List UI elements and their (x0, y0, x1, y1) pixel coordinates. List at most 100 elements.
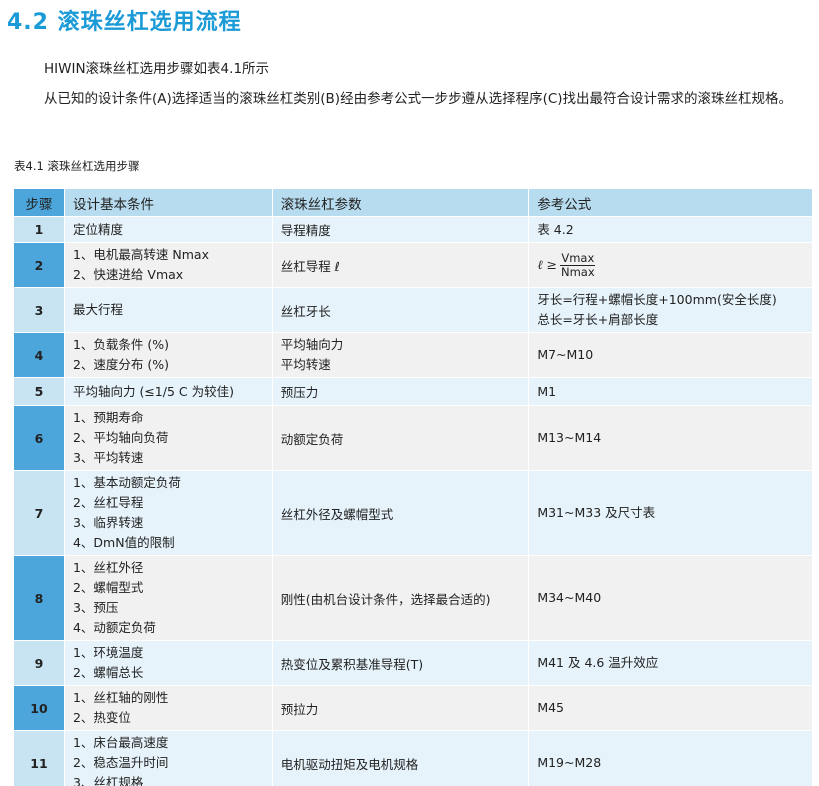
condition-line: 2、稳态温升时间 (72, 755, 169, 770)
formula-line: 表 4.2 (537, 221, 574, 237)
param-cell: 动额定负荷 (271, 405, 530, 471)
condition-line: 2、螺帽总长 (72, 665, 144, 680)
formula-cell: 牙长=行程+螺帽长度+100mm(安全长度) 总长=牙长+肩部长度 (528, 287, 813, 333)
condition-line: 3、预压 (72, 600, 119, 615)
formula-cell: M7~M10 (528, 332, 813, 378)
conditions-cell: 1、电机最高转速 Nmax 2、快速进给 Vmax (63, 242, 273, 288)
step-number: 3 (13, 287, 65, 333)
table-row: 2 1、电机最高转速 Nmax 2、快速进给 Vmax 丝杠导程 ℓ ℓ ≥ V… (13, 242, 813, 288)
conditions-cell: 定位精度 (63, 216, 273, 243)
lead-formula: ℓ ≥ Vmax Nmax (537, 250, 596, 279)
formula-line: M31~M33 及尺寸表 (537, 505, 656, 520)
step-number: 4 (13, 332, 65, 378)
formula-cell: 表 4.2 (528, 216, 813, 243)
param-cell: 热变位及累积基准导程(T) (271, 640, 530, 686)
formula-line: M13~M14 (537, 430, 602, 445)
condition-line: 4、动额定负荷 (72, 620, 156, 635)
condition-line: 2、快速进给 Vmax (72, 267, 184, 282)
conditions-cell: 平均轴向力 (≤1/5 C 为较佳) (63, 377, 273, 406)
table-row: 10 1、丝杠轴的刚性 2、热变位 预拉力 M45 (13, 685, 813, 731)
condition-line: 2、平均轴向负荷 (72, 430, 169, 445)
condition-line: 4、DmN值的限制 (72, 535, 175, 550)
step-number: 2 (13, 242, 65, 288)
formula-line: M41 及 4.6 温升效应 (537, 655, 659, 670)
table-row: 5 平均轴向力 (≤1/5 C 为较佳) 预压力 M1 (13, 377, 813, 406)
selection-steps-table: 步骤 设计基本条件 滚珠丝杠参数 参考公式 1 定位精度 导程精度 表 4.2 … (13, 188, 813, 786)
section-heading: 4.2 滚珠丝杠选用流程 (7, 10, 242, 35)
conditions-cell: 1、环境温度 2、螺帽总长 (63, 640, 273, 686)
param-cell: 电机驱动扭矩及电机规格 (271, 730, 530, 786)
param-cell: 导程精度 (271, 216, 530, 243)
condition-line: 1、丝杠轴的刚性 (72, 690, 169, 705)
condition-line: 1、床台最高速度 (72, 735, 169, 750)
condition-line: 定位精度 (72, 221, 123, 237)
formula-cell: M45 (528, 685, 813, 731)
conditions-cell: 1、床台最高速度 2、稳态温升时间 3、丝杠规格 (63, 730, 273, 786)
param-cell: 丝杠牙长 (271, 287, 530, 333)
formula-cell: M34~M40 (528, 555, 813, 641)
header-param: 滚珠丝杠参数 (271, 188, 530, 217)
step-number: 9 (13, 640, 65, 686)
param-cell: 丝杠导程 ℓ (271, 242, 530, 288)
table-row: 6 1、预期寿命 2、平均轴向负荷 3、平均转速 动额定负荷 M13~M14 (13, 405, 813, 471)
param-line: 平均转速 (280, 357, 331, 372)
condition-line: 3、临界转速 (72, 515, 144, 530)
formula-line: M7~M10 (537, 347, 594, 362)
conditions-cell: 1、预期寿命 2、平均轴向负荷 3、平均转速 (63, 405, 273, 471)
table-row: 11 1、床台最高速度 2、稳态温升时间 3、丝杠规格 电机驱动扭矩及电机规格 … (13, 730, 813, 786)
step-number: 10 (13, 685, 65, 731)
param-cell: 刚性(由机台设计条件，选择最合适的) (271, 555, 530, 641)
formula-line: M34~M40 (537, 590, 602, 605)
condition-line: 1、负载条件 (%) (72, 337, 170, 352)
formula-prefix: ℓ ≥ (537, 257, 557, 272)
param-cell: 预压力 (271, 377, 530, 406)
intro-paragraph: HIWIN滚珠丝杠选用步骤如表4.1所示 (44, 61, 270, 77)
param-line: 平均轴向力 (280, 337, 344, 352)
condition-line: 3、平均转速 (72, 450, 144, 465)
condition-line: 2、丝杠导程 (72, 495, 144, 510)
condition-line: 2、速度分布 (%) (72, 357, 170, 372)
formula-cell: M41 及 4.6 温升效应 (528, 640, 813, 686)
formula-line: M1 (537, 383, 557, 399)
table-row: 9 1、环境温度 2、螺帽总长 热变位及累积基准导程(T) M41 及 4.6 … (13, 640, 813, 686)
header-formula: 参考公式 (528, 188, 813, 217)
formula-line: 总长=牙长+肩部长度 (537, 312, 659, 327)
formula-cell: M19~M28 (528, 730, 813, 786)
formula-line: M19~M28 (537, 755, 602, 770)
table-row: 8 1、丝杠外径 2、螺帽型式 3、预压 4、动额定负荷 刚性(由机台设计条件，… (13, 555, 813, 641)
formula-cell: M1 (528, 377, 813, 406)
table-caption: 表4.1 滚珠丝杠选用步骤 (14, 159, 140, 173)
conditions-cell: 1、丝杠轴的刚性 2、热变位 (63, 685, 273, 731)
conditions-cell: 1、负载条件 (%) 2、速度分布 (%) (63, 332, 273, 378)
condition-line: 1、预期寿命 (72, 410, 144, 425)
header-step: 步骤 (13, 188, 65, 217)
step-number: 6 (13, 405, 65, 471)
formula-cell: M31~M33 及尺寸表 (528, 470, 813, 556)
conditions-cell: 最大行程 (63, 287, 273, 333)
step-number: 7 (13, 470, 65, 556)
fraction: Vmax Nmax (560, 250, 596, 279)
condition-line: 最大行程 (72, 302, 123, 317)
description-paragraph: 从已知的设计条件(A)选择适当的滚珠丝杠类别(B)经由参考公式一步步遵从选择程序… (44, 91, 793, 107)
step-number: 5 (13, 377, 65, 406)
param-cell: 预拉力 (271, 685, 530, 731)
step-number: 1 (13, 216, 65, 243)
param-cell: 丝杠外径及螺帽型式 (271, 470, 530, 556)
condition-line: 平均轴向力 (≤1/5 C 为较佳) (72, 383, 234, 399)
conditions-cell: 1、基本动额定负荷 2、丝杠导程 3、临界转速 4、DmN值的限制 (63, 470, 273, 556)
condition-line: 2、热变位 (72, 710, 131, 725)
conditions-cell: 1、丝杠外径 2、螺帽型式 3、预压 4、动额定负荷 (63, 555, 273, 641)
table-row: 7 1、基本动额定负荷 2、丝杠导程 3、临界转速 4、DmN值的限制 丝杠外径… (13, 470, 813, 556)
table-row: 3 最大行程 丝杠牙长 牙长=行程+螺帽长度+100mm(安全长度) 总长=牙长… (13, 287, 813, 333)
fraction-denominator: Nmax (560, 264, 595, 279)
param-cell: 平均轴向力 平均转速 (271, 332, 530, 378)
condition-line: 1、基本动额定负荷 (72, 475, 181, 490)
condition-line: 1、丝杠外径 (72, 560, 144, 575)
formula-cell: M13~M14 (528, 405, 813, 471)
fraction-numerator: Vmax (560, 250, 596, 266)
table-row: 1 定位精度 导程精度 表 4.2 (13, 216, 813, 243)
header-conditions: 设计基本条件 (63, 188, 273, 217)
condition-line: 1、环境温度 (72, 645, 144, 660)
condition-line: 1、电机最高转速 Nmax (72, 247, 209, 262)
table-row: 4 1、负载条件 (%) 2、速度分布 (%) 平均轴向力 平均转速 M7~M1… (13, 332, 813, 378)
